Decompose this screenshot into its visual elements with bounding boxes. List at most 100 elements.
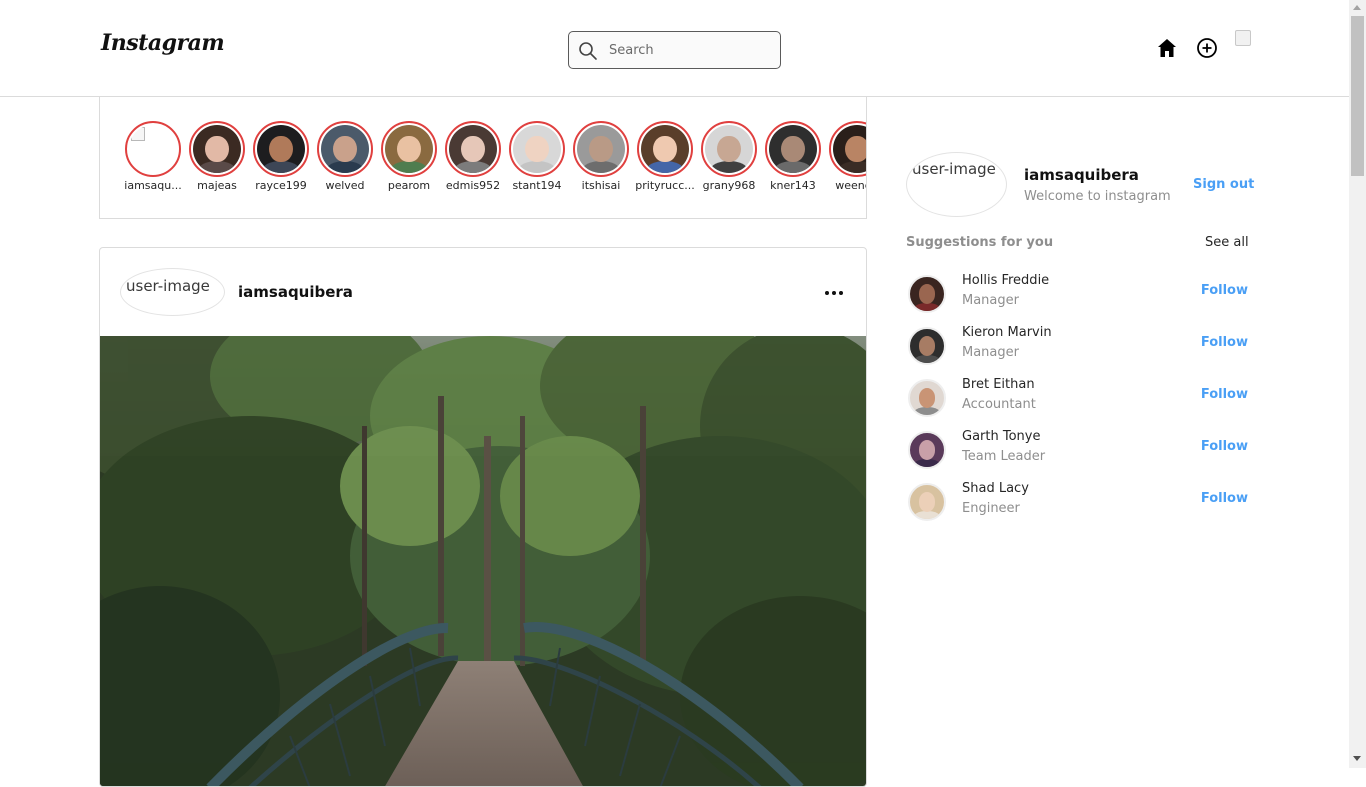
story-item[interactable]: kner143 <box>761 121 825 192</box>
story-item[interactable]: iamsaqu... <box>121 121 185 192</box>
story-avatar-ring[interactable] <box>381 121 437 177</box>
story-username: grany968 <box>702 179 756 192</box>
story-avatar-ring[interactable] <box>253 121 309 177</box>
search-icon <box>579 42 597 60</box>
profile-avatar-broken-image[interactable] <box>1235 30 1251 46</box>
sidebar-welcome-text: Welcome to instagram <box>1024 189 1171 204</box>
post-user-avatar[interactable]: user-image <box>120 268 225 316</box>
story-username: prityrucc... <box>635 179 695 192</box>
add-post-icon[interactable] <box>1196 37 1218 59</box>
story-username: itshisai <box>581 179 621 192</box>
scroll-down-arrow-icon[interactable] <box>1353 756 1361 761</box>
suggestion-name[interactable]: Kieron Marvin <box>962 325 1052 340</box>
suggestion-role: Accountant <box>962 397 1036 412</box>
follow-button[interactable]: Follow <box>1201 387 1248 402</box>
story-avatar <box>513 125 561 173</box>
post-card: user-image iamsaquibera <box>99 247 867 787</box>
suggestion-avatar[interactable] <box>908 483 946 521</box>
story-username: welved <box>325 179 365 192</box>
suggestion-avatar[interactable] <box>908 431 946 469</box>
profile-avatar-alt-text: user-image <box>912 160 996 178</box>
vertical-scrollbar[interactable] <box>1349 0 1366 768</box>
suggestion-row: Kieron Marvin Manager Follow <box>906 325 1248 369</box>
story-avatar-ring[interactable] <box>189 121 245 177</box>
scroll-up-arrow-icon[interactable] <box>1353 5 1361 10</box>
story-item[interactable]: rayce199 <box>249 121 313 192</box>
search-box[interactable] <box>568 31 781 69</box>
story-username: rayce199 <box>255 179 307 192</box>
story-item[interactable]: edmis952 <box>441 121 505 192</box>
story-item[interactable]: pearom <box>377 121 441 192</box>
story-avatar-ring[interactable] <box>637 121 693 177</box>
story-avatar <box>833 125 866 173</box>
story-username: majeas <box>197 179 237 192</box>
suggestion-name[interactable]: Shad Lacy <box>962 481 1029 496</box>
suggestion-avatar[interactable] <box>908 327 946 365</box>
story-item[interactable]: itshisai <box>569 121 633 192</box>
post-avatar-alt-text: user-image <box>126 277 210 295</box>
scrollbar-thumb[interactable] <box>1351 16 1364 176</box>
story-avatar-ring[interactable] <box>573 121 629 177</box>
story-avatar-ring[interactable] <box>765 121 821 177</box>
follow-button[interactable]: Follow <box>1201 283 1248 298</box>
suggestion-name[interactable]: Hollis Freddie <box>962 273 1049 288</box>
story-username: stant194 <box>512 179 562 192</box>
home-icon[interactable] <box>1156 37 1178 59</box>
stories-bar: iamsaqu... majeas rayce199 welved pearom edmi… <box>99 97 867 219</box>
sidebar-profile-avatar[interactable]: user-image <box>906 152 1007 217</box>
story-item[interactable]: grany968 <box>697 121 761 192</box>
story-username: iamsaqu... <box>124 179 182 192</box>
story-avatar-ring[interactable] <box>701 121 757 177</box>
search-input[interactable] <box>609 40 769 60</box>
suggestion-row: Shad Lacy Engineer Follow <box>906 481 1248 525</box>
story-avatar-ring[interactable] <box>829 121 866 177</box>
suggestion-name[interactable]: Garth Tonye <box>962 429 1040 444</box>
story-username: weendu <box>835 179 866 192</box>
story-avatar-ring[interactable] <box>317 121 373 177</box>
story-item[interactable]: prityrucc... <box>633 121 697 192</box>
story-avatar <box>129 125 177 173</box>
follow-button[interactable]: Follow <box>1201 335 1248 350</box>
suggestion-role: Manager <box>962 293 1019 308</box>
suggestions-title: Suggestions for you <box>906 235 1054 250</box>
story-avatar <box>641 125 689 173</box>
story-avatar <box>705 125 753 173</box>
suggestion-role: Team Leader <box>962 449 1046 464</box>
follow-button[interactable]: Follow <box>1201 491 1248 506</box>
post-image[interactable] <box>100 336 867 787</box>
suggestion-name[interactable]: Bret Eithan <box>962 377 1035 392</box>
story-avatar <box>385 125 433 173</box>
sign-out-button[interactable]: Sign out <box>1193 177 1254 192</box>
suggestion-role: Engineer <box>962 501 1020 516</box>
story-item[interactable]: stant194 <box>505 121 569 192</box>
story-avatar <box>193 125 241 173</box>
story-avatar-ring[interactable] <box>509 121 565 177</box>
suggestion-avatar[interactable] <box>908 275 946 313</box>
suggestion-role: Manager <box>962 345 1019 360</box>
story-username: kner143 <box>770 179 816 192</box>
suggestion-row: Hollis Freddie Manager Follow <box>906 273 1248 317</box>
story-avatar <box>449 125 497 173</box>
story-avatar <box>577 125 625 173</box>
follow-button[interactable]: Follow <box>1201 439 1248 454</box>
instagram-logo[interactable]: Instagram <box>101 30 225 56</box>
sidebar-username[interactable]: iamsaquibera <box>1024 166 1139 184</box>
post-username[interactable]: iamsaquibera <box>238 283 353 301</box>
see-all-link[interactable]: See all <box>1205 235 1249 250</box>
story-avatar-ring[interactable] <box>445 121 501 177</box>
story-item[interactable]: weendu <box>825 121 866 192</box>
more-horizontal-icon[interactable] <box>822 281 846 305</box>
top-navbar: Instagram <box>0 0 1349 97</box>
suggestion-avatar[interactable] <box>908 379 946 417</box>
suggestion-row: Bret Eithan Accountant Follow <box>906 377 1248 421</box>
story-item[interactable]: majeas <box>185 121 249 192</box>
story-username: pearom <box>387 179 431 192</box>
story-avatar-ring[interactable] <box>125 121 181 177</box>
story-avatar <box>321 125 369 173</box>
story-avatar <box>769 125 817 173</box>
story-avatar <box>257 125 305 173</box>
story-item[interactable]: welved <box>313 121 377 192</box>
suggestion-row: Garth Tonye Team Leader Follow <box>906 429 1248 473</box>
story-username: edmis952 <box>445 179 501 192</box>
broken-image-icon <box>131 127 145 141</box>
